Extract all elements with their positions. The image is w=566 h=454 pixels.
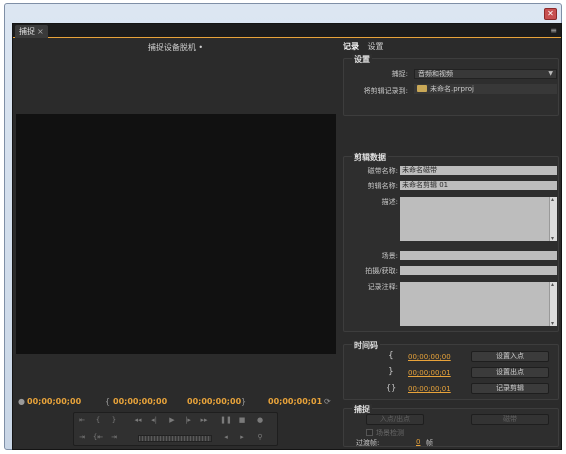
step-back-icon[interactable]: ◂| bbox=[148, 415, 160, 426]
go-to-out-icon[interactable]: ⇥ bbox=[76, 432, 88, 443]
log-to-path[interactable]: 未命名.prproj bbox=[414, 84, 557, 94]
in-out-button[interactable]: 入点/出点 bbox=[366, 414, 424, 425]
duration-brace-icon: {} bbox=[386, 383, 397, 392]
setup-section: 设置 捕捉: 音频和视频 ▼ 将剪辑记录到: 未命名.prproj bbox=[343, 54, 559, 116]
tape-button[interactable]: 磁带 bbox=[471, 414, 549, 425]
tape-name-label: 磁带名称: bbox=[367, 167, 398, 175]
rewind-icon[interactable]: ◂◂ bbox=[132, 415, 144, 426]
tab-capture[interactable]: 捕捉 × bbox=[15, 25, 48, 38]
pause-icon[interactable]: ❚❚ bbox=[220, 415, 232, 426]
play-icon[interactable]: ▶ bbox=[166, 415, 178, 426]
device-status-text: 捕捉设备脱机 bbox=[147, 43, 196, 52]
description-label: 描述: bbox=[381, 198, 398, 206]
capture-dropdown[interactable]: 音频和视频 ▼ bbox=[414, 69, 557, 79]
go-to-in-icon[interactable]: ⇤ bbox=[76, 415, 88, 426]
log-comment-label: 记录注释: bbox=[367, 283, 398, 291]
timecode-title: 时间码 bbox=[352, 340, 380, 351]
handles-unit: 帧 bbox=[426, 439, 433, 447]
duration-timecode[interactable]: 00;00;00;01 bbox=[268, 397, 322, 406]
shot-label: 拍摄/获取: bbox=[365, 267, 398, 275]
clip-name-field[interactable]: 未命名剪辑 01 bbox=[400, 181, 557, 190]
panel-tab-bar: 捕捉 × ≡ bbox=[13, 24, 561, 38]
in-timecode[interactable]: 00;00;00;00 bbox=[113, 397, 167, 406]
slow-reverse-icon[interactable]: ◂ bbox=[220, 432, 232, 443]
set-in-icon[interactable]: { bbox=[92, 415, 104, 426]
record-icon[interactable]: ● bbox=[254, 415, 266, 426]
timecode-section: 时间码 { 00;00;00;00 设置入点 } 00;00;00;01 设置出… bbox=[343, 340, 559, 400]
logging-panel: 记录 设置 设置 捕捉: 音频和视频 ▼ 将剪辑记录到: 未命名.prproj … bbox=[340, 39, 561, 449]
out-point-brace-icon: } bbox=[388, 367, 394, 377]
duration-icon: ⟳ bbox=[324, 397, 331, 406]
in-point-brace-icon: { bbox=[388, 351, 394, 361]
capture-dropdown-value: 音频和视频 bbox=[418, 70, 453, 78]
device-status: 捕捉设备脱机 • bbox=[13, 42, 338, 53]
log-clip-button[interactable]: 记录剪辑 bbox=[471, 383, 549, 394]
transport-controls: ⇤ { } ◂◂ ◂| ▶ |▸ ▸▸ ❚❚ ■ ● ⇥ {⇤ ⇥ ◂ ▸ ⚲ bbox=[73, 412, 278, 446]
set-in-button[interactable]: 设置入点 bbox=[471, 351, 549, 362]
log-to-label: 将剪辑记录到: bbox=[363, 87, 408, 95]
log-to-value: 未命名.prproj bbox=[430, 85, 474, 93]
tab-settings[interactable]: 设置 bbox=[368, 41, 384, 52]
current-time-icon: ● bbox=[18, 397, 25, 406]
tab-logging[interactable]: 记录 bbox=[343, 41, 359, 52]
set-out-icon[interactable]: } bbox=[108, 415, 120, 426]
chevron-down-icon: ▼ bbox=[548, 70, 553, 77]
in-point-timecode[interactable]: 00;00;00;00 bbox=[408, 353, 451, 361]
device-status-dot: • bbox=[198, 43, 204, 52]
jog-shuttle[interactable] bbox=[138, 435, 212, 442]
log-comment-scrollbar[interactable] bbox=[549, 281, 557, 327]
panel-menu-icon[interactable]: ≡ bbox=[550, 25, 557, 37]
log-comment-field[interactable] bbox=[400, 281, 557, 327]
tab-close-icon[interactable]: × bbox=[37, 27, 44, 36]
timecode-row: ● 00;00;00;00 { 00;00;00;00 00;00;00;00 … bbox=[13, 397, 338, 411]
capture-section: 捕捉 入点/出点 磁带 场景检测 过渡帧: 0 帧 bbox=[343, 404, 559, 447]
shot-field[interactable] bbox=[400, 266, 557, 275]
next-edit-icon[interactable]: ⇥ bbox=[108, 432, 120, 443]
scene-detect-checkbox[interactable] bbox=[366, 429, 373, 436]
capture-window: ✕ 捕捉 × ≡ 捕捉设备脱机 • ● 00;00;00;00 { 00;00;0… bbox=[4, 3, 562, 450]
out-brace-icon: } bbox=[241, 397, 247, 406]
scene-search-icon[interactable]: ⚲ bbox=[254, 432, 266, 443]
out-point-timecode[interactable]: 00;00;00;01 bbox=[408, 369, 451, 377]
scene-detect-label: 场景检测 bbox=[376, 429, 404, 437]
tab-capture-label: 捕捉 bbox=[19, 27, 35, 36]
clip-data-section: 剪辑数据 磁带名称: 未命名磁带 剪辑名称: 未命名剪辑 01 描述: 场景: … bbox=[343, 152, 559, 332]
capture-label: 捕捉: bbox=[391, 70, 408, 78]
tape-name-field[interactable]: 未命名磁带 bbox=[400, 166, 557, 175]
step-forward-icon[interactable]: |▸ bbox=[182, 415, 194, 426]
stop-icon[interactable]: ■ bbox=[236, 415, 248, 426]
description-field[interactable] bbox=[400, 196, 557, 242]
clip-name-label: 剪辑名称: bbox=[367, 182, 398, 190]
fast-forward-icon[interactable]: ▸▸ bbox=[198, 415, 210, 426]
folder-icon bbox=[417, 85, 427, 92]
out-timecode[interactable]: 00;00;00;00 bbox=[187, 397, 241, 406]
handles-value[interactable]: 0 bbox=[416, 438, 420, 446]
scene-field[interactable] bbox=[400, 251, 557, 260]
slow-play-icon[interactable]: ▸ bbox=[236, 432, 248, 443]
clip-duration-timecode[interactable]: 00;00;00;01 bbox=[408, 385, 451, 393]
video-preview bbox=[16, 114, 336, 354]
set-out-button[interactable]: 设置出点 bbox=[471, 367, 549, 378]
current-timecode[interactable]: 00;00;00;00 bbox=[27, 397, 81, 406]
capture-panel: 捕捉 × ≡ 捕捉设备脱机 • ● 00;00;00;00 { 00;00;00;… bbox=[12, 23, 562, 450]
description-scrollbar[interactable] bbox=[549, 196, 557, 242]
capture-monitor: 捕捉设备脱机 • ● 00;00;00;00 { 00;00;00;00 00;… bbox=[13, 39, 338, 449]
right-tabs: 记录 设置 bbox=[343, 41, 390, 53]
clip-data-title: 剪辑数据 bbox=[352, 152, 388, 163]
handles-label: 过渡帧: bbox=[356, 439, 380, 447]
in-brace-icon: { bbox=[105, 397, 111, 406]
window-close-button[interactable]: ✕ bbox=[544, 8, 557, 20]
setup-title: 设置 bbox=[352, 54, 372, 65]
scene-label: 场景: bbox=[381, 252, 398, 260]
prev-edit-icon[interactable]: {⇤ bbox=[92, 432, 104, 443]
